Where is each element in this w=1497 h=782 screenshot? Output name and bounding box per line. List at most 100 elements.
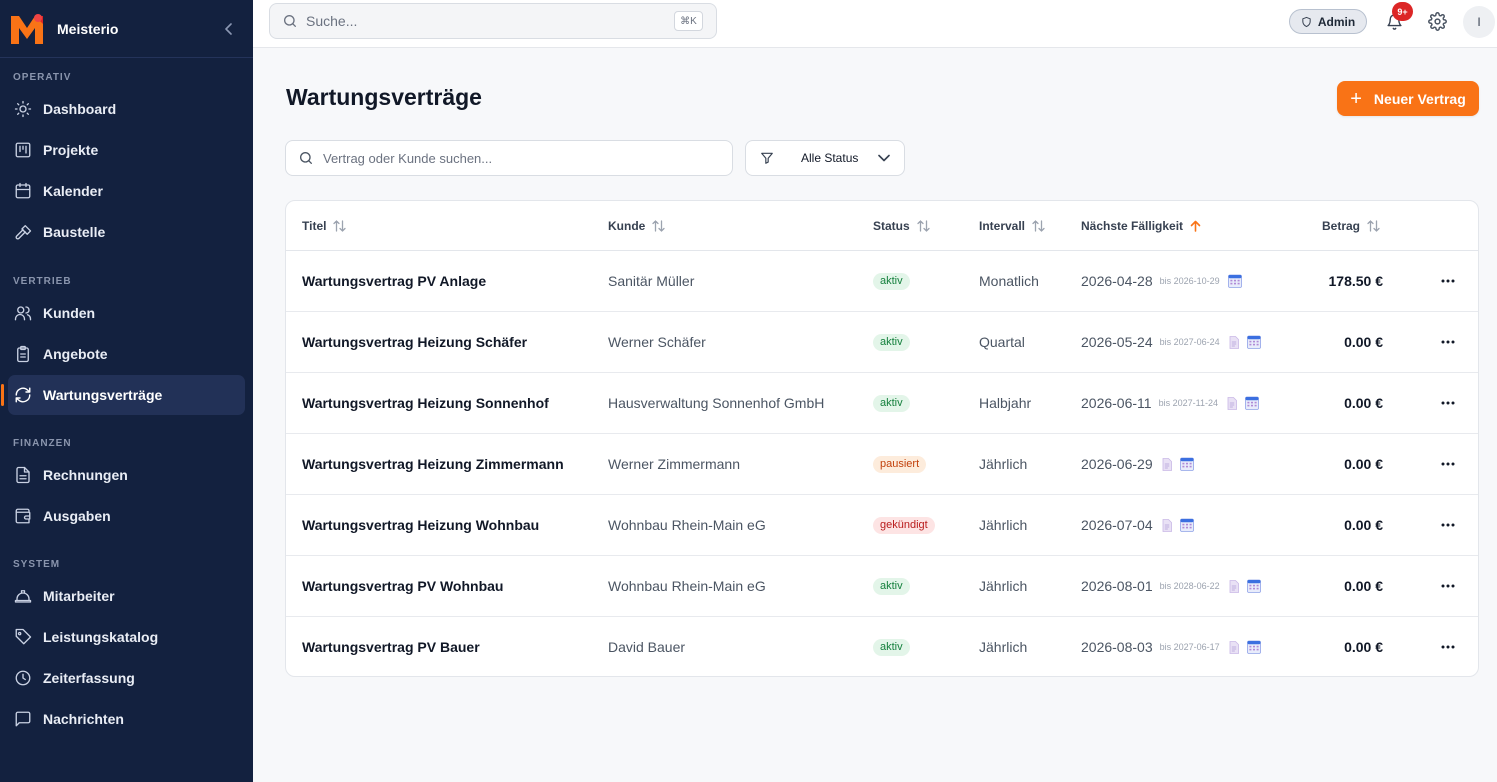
due-date: 2026-08-03	[1081, 639, 1153, 655]
message-icon	[13, 709, 33, 729]
table-row[interactable]: Wartungsvertrag Heizung Zimmermann Werner…	[286, 434, 1478, 495]
column-header-titel[interactable]: Titel	[302, 201, 347, 251]
column-header-intervall[interactable]: Intervall	[979, 201, 1045, 251]
meisterio-logo[interactable]	[8, 10, 46, 48]
status-badge: pausiert	[873, 455, 927, 473]
contract-title[interactable]: Wartungsvertrag PV Wohnbau	[302, 556, 503, 616]
refresh-icon	[13, 385, 33, 405]
sidebar-item-zeiterfassung[interactable]: Zeiterfassung	[8, 658, 245, 698]
gear-icon[interactable]	[1427, 11, 1447, 31]
document-icon[interactable]	[1227, 396, 1237, 410]
sidebar-item-nachrichten[interactable]: Nachrichten	[8, 699, 245, 739]
document-icon[interactable]	[1229, 335, 1239, 349]
table-row[interactable]: Wartungsvertrag Heizung Schäfer Werner Sc…	[286, 312, 1478, 373]
status-filter-value: Alle Status	[801, 151, 859, 165]
more-actions-icon[interactable]	[1438, 312, 1458, 372]
column-header-betrag[interactable]: Betrag	[1322, 201, 1380, 251]
sidebar-item-angebote[interactable]: Angebote	[8, 334, 245, 374]
sidebar-item-label: Zeiterfassung	[43, 670, 135, 686]
more-actions-icon[interactable]	[1438, 495, 1458, 555]
filter-icon	[760, 151, 774, 165]
calendar-icon[interactable]	[1227, 274, 1242, 288]
column-header-naechste-faelligkeit[interactable]: Nächste Fälligkeit	[1081, 201, 1201, 251]
column-label: Nächste Fälligkeit	[1081, 219, 1184, 233]
end-date: bis 2026-10-29	[1159, 276, 1220, 286]
sidebar-item-leistungskatalog[interactable]: Leistungskatalog	[8, 617, 245, 657]
global-search-placeholder: Suche...	[306, 13, 358, 29]
contract-title[interactable]: Wartungsvertrag PV Bauer	[302, 617, 480, 676]
table-row[interactable]: Wartungsvertrag PV Anlage Sanitär Müller a…	[286, 251, 1478, 312]
hammer-icon	[13, 222, 33, 242]
table-row[interactable]: Wartungsvertrag PV Wohnbau Wohnbau Rhein-…	[286, 556, 1478, 617]
sidebar-item-label: Kalender	[43, 183, 103, 199]
section-label-system: SYSTEM	[13, 559, 61, 570]
new-contract-button[interactable]: + Neuer Vertrag	[1337, 81, 1479, 116]
sidebar-item-kalender[interactable]: Kalender	[8, 171, 245, 211]
sidebar-item-baustelle[interactable]: Baustelle	[8, 212, 245, 252]
more-actions-icon[interactable]	[1438, 373, 1458, 433]
column-label: Kunde	[608, 219, 646, 233]
section-label-operativ: OPERATIV	[13, 72, 72, 83]
role-badge[interactable]: Admin	[1289, 9, 1367, 34]
contract-search-input[interactable]: Vertrag oder Kunde suchen...	[285, 140, 733, 176]
document-icon[interactable]	[1162, 457, 1172, 471]
more-actions-icon[interactable]	[1438, 434, 1458, 494]
calendar-icon[interactable]	[1179, 518, 1194, 532]
contract-title[interactable]: Wartungsvertrag Heizung Schäfer	[302, 312, 527, 372]
column-header-kunde[interactable]: Kunde	[608, 201, 665, 251]
customer-name: Werner Schäfer	[608, 334, 706, 350]
contract-title[interactable]: Wartungsvertrag Heizung Wohnbau	[302, 495, 539, 555]
sidebar-item-kunden[interactable]: Kunden	[8, 293, 245, 333]
clock-icon	[13, 668, 33, 688]
calendar-icon[interactable]	[1246, 335, 1261, 349]
due-date: 2026-05-24	[1081, 334, 1153, 350]
due-date: 2026-06-11	[1081, 395, 1152, 411]
calendar-icon[interactable]	[1246, 640, 1261, 654]
sidebar-item-mitarbeiter[interactable]: Mitarbeiter	[8, 576, 245, 616]
calendar-icon[interactable]	[1246, 579, 1261, 593]
calendar-icon[interactable]	[1245, 396, 1259, 410]
status-cell: aktiv	[873, 373, 910, 433]
role-label: Admin	[1317, 14, 1356, 29]
sidebar-item-label: Baustelle	[43, 224, 106, 240]
document-icon[interactable]	[1229, 579, 1239, 593]
column-header-status[interactable]: Status	[873, 201, 930, 251]
sidebar-item-wartungsvertraege[interactable]: Wartungsverträge	[1, 375, 245, 415]
table-row[interactable]: Wartungsvertrag Heizung Sonnenhof Hausver…	[286, 373, 1478, 434]
sidebar-item-dashboard[interactable]: Dashboard	[8, 89, 245, 129]
contract-title[interactable]: Wartungsvertrag Heizung Zimmermann	[302, 434, 564, 494]
due-date: 2026-06-29	[1081, 456, 1153, 472]
more-actions-icon[interactable]	[1438, 251, 1458, 311]
more-actions-icon[interactable]	[1438, 556, 1458, 616]
sidebar-item-label: Angebote	[43, 346, 108, 362]
amount: 0.00 €	[1344, 395, 1383, 411]
document-icon[interactable]	[1229, 640, 1239, 654]
contract-title[interactable]: Wartungsvertrag Heizung Sonnenhof	[302, 373, 549, 433]
collapse-sidebar-icon[interactable]	[219, 19, 239, 39]
users-icon	[13, 303, 33, 323]
customer-name: Hausverwaltung Sonnenhof GmbH	[608, 395, 825, 411]
sidebar-item-projekte[interactable]: Projekte	[8, 130, 245, 170]
shield-icon	[1301, 16, 1312, 28]
avatar[interactable]: I	[1463, 6, 1495, 38]
document-icon[interactable]	[1162, 518, 1172, 532]
table-row[interactable]: Wartungsvertrag PV Bauer David Bauer aktiv…	[286, 617, 1478, 676]
due-date: 2026-08-01	[1081, 578, 1153, 594]
contract-title[interactable]: Wartungsvertrag PV Anlage	[302, 251, 486, 311]
sidebar-item-rechnungen[interactable]: Rechnungen	[8, 455, 245, 495]
more-actions-icon[interactable]	[1438, 617, 1458, 676]
sidebar-item-label: Ausgaben	[43, 508, 111, 524]
table-row[interactable]: Wartungsvertrag Heizung Wohnbau Wohnbau R…	[286, 495, 1478, 556]
sort-icon	[652, 220, 665, 232]
interval: Jährlich	[979, 517, 1028, 533]
next-due: 2026-07-04	[1081, 495, 1194, 555]
next-due: 2026-06-29	[1081, 434, 1194, 494]
sidebar-item-ausgaben[interactable]: Ausgaben	[8, 496, 245, 536]
global-search-input[interactable]: Suche... ⌘K	[269, 3, 717, 39]
status-filter-select[interactable]: Alle Status	[745, 140, 905, 176]
column-label: Status	[873, 219, 910, 233]
due-date: 2026-04-28	[1081, 273, 1153, 289]
brand: Meisterio	[0, 0, 253, 58]
calendar-icon[interactable]	[1179, 457, 1194, 471]
amount: 0.00 €	[1344, 517, 1383, 533]
